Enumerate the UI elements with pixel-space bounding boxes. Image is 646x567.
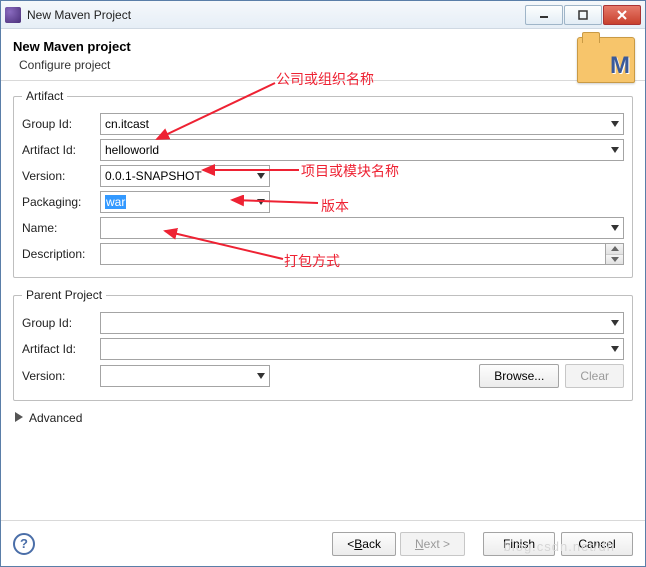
next-button[interactable]: Next > [400, 532, 465, 556]
clear-button[interactable]: Clear [565, 364, 624, 388]
scroll-down-button[interactable] [606, 255, 623, 265]
back-button[interactable]: < Back [332, 532, 396, 556]
artifact-id-label: Artifact Id: [22, 143, 100, 157]
group-id-input[interactable] [100, 113, 624, 135]
artifact-id-input[interactable] [100, 139, 624, 161]
scroll-up-button[interactable] [606, 244, 623, 255]
packaging-value: war [105, 195, 126, 209]
group-id-label: Group Id: [22, 117, 100, 131]
window-buttons [524, 5, 641, 25]
app-icon [5, 7, 21, 23]
banner-subtitle: Configure project [19, 58, 633, 72]
name-input[interactable] [100, 217, 624, 239]
window: New Maven Project New Maven project Conf… [0, 0, 646, 567]
expand-icon [15, 411, 23, 425]
name-label: Name: [22, 221, 100, 235]
packaging-input[interactable]: war [100, 191, 270, 213]
parent-artifact-id-label: Artifact Id: [22, 342, 100, 356]
packaging-label: Packaging: [22, 195, 100, 209]
banner-title: New Maven project [13, 39, 633, 54]
parent-group-id-input[interactable] [100, 312, 624, 334]
parent-version-label: Version: [22, 369, 100, 383]
description-label: Description: [22, 247, 100, 261]
parent-project-group: Parent Project Group Id: Artifact Id: Ve… [13, 288, 633, 401]
close-button[interactable] [603, 5, 641, 25]
maven-logo-icon: M [577, 37, 635, 83]
artifact-group: Artifact Group Id: Artifact Id: Version: [13, 89, 633, 278]
artifact-legend: Artifact [22, 89, 67, 103]
parent-group-id-label: Group Id: [22, 316, 100, 330]
advanced-label: Advanced [29, 411, 82, 425]
cancel-button[interactable]: Cancel [561, 532, 633, 556]
footer: ? < Back Next > Finish Cancel [1, 520, 645, 566]
title-bar: New Maven Project [1, 1, 645, 29]
parent-artifact-id-input[interactable] [100, 338, 624, 360]
parent-legend: Parent Project [22, 288, 106, 302]
description-scroll [606, 243, 624, 265]
banner: New Maven project Configure project M [1, 29, 645, 81]
dialog-body: Artifact Group Id: Artifact Id: Version: [1, 81, 645, 512]
browse-button[interactable]: Browse... [479, 364, 559, 388]
version-label: Version: [22, 169, 100, 183]
help-button[interactable]: ? [13, 533, 35, 555]
minimize-button[interactable] [525, 5, 563, 25]
advanced-toggle[interactable]: Advanced [15, 411, 633, 425]
finish-button[interactable]: Finish [483, 532, 555, 556]
description-input[interactable] [100, 243, 606, 265]
parent-version-input[interactable] [100, 365, 270, 387]
maximize-button[interactable] [564, 5, 602, 25]
window-title: New Maven Project [27, 8, 524, 22]
version-input[interactable] [100, 165, 270, 187]
